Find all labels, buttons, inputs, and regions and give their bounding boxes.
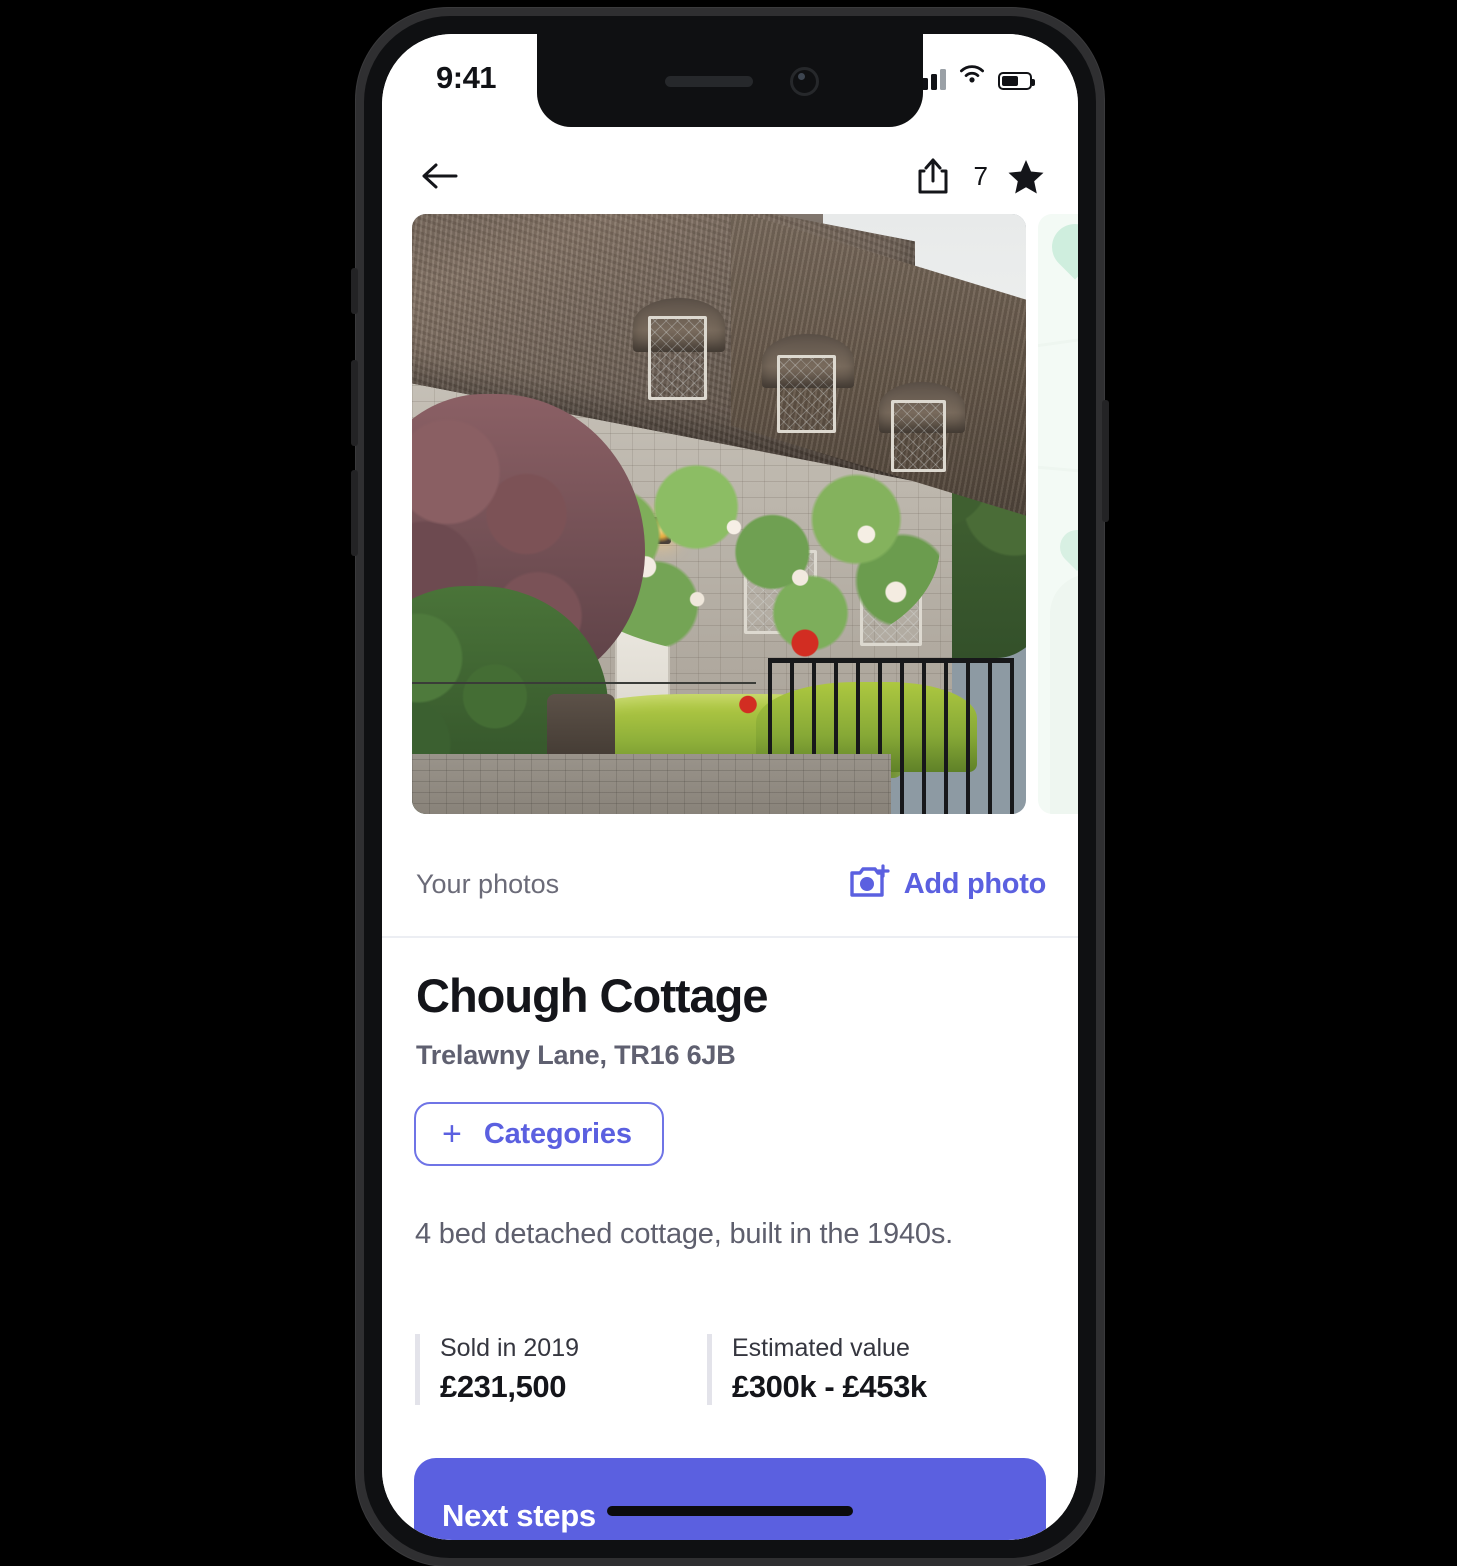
property-address: Trelawny Lane, TR16 6JB bbox=[416, 1040, 736, 1070]
categories-label: Categories bbox=[483, 1117, 632, 1150]
camera-plus-icon bbox=[848, 863, 890, 906]
add-photo-button[interactable]: Add photo bbox=[848, 863, 1046, 906]
section-divider bbox=[382, 936, 1078, 938]
back-arrow-icon[interactable] bbox=[416, 152, 464, 200]
nav-bar: 7 bbox=[382, 138, 1078, 214]
map-card[interactable] bbox=[1038, 214, 1078, 814]
next-steps-card[interactable]: Next steps bbox=[414, 1458, 1046, 1540]
power-button[interactable] bbox=[1102, 400, 1109, 522]
stat-value: £231,500 bbox=[440, 1369, 567, 1404]
earpiece-speaker-icon bbox=[665, 76, 753, 87]
star-icon[interactable] bbox=[1006, 156, 1046, 196]
photo-carousel[interactable] bbox=[382, 214, 1078, 814]
thatched-cottage-photo[interactable] bbox=[412, 214, 1026, 814]
map-pin-icon bbox=[1042, 214, 1078, 280]
status-icons bbox=[913, 63, 1035, 90]
home-indicator[interactable] bbox=[607, 1506, 853, 1516]
add-photo-label: Add photo bbox=[903, 867, 1047, 900]
next-steps-label: Next steps bbox=[442, 1498, 596, 1533]
app-content: 9:41 7 Your photos Add photo Chough Cott… bbox=[382, 34, 1078, 1540]
phone-screen: 9:41 7 Your photos Add photo Chough Cott… bbox=[382, 34, 1078, 1540]
property-description: 4 bed detached cottage, built in the 194… bbox=[415, 1218, 953, 1250]
share-icon[interactable] bbox=[910, 153, 956, 199]
stat-value: £300k - £453k bbox=[732, 1369, 927, 1404]
map-pin-secondary-icon bbox=[1052, 522, 1078, 572]
plus-icon: + bbox=[442, 1115, 462, 1153]
front-camera-icon bbox=[790, 67, 819, 96]
volume-up-button[interactable] bbox=[351, 360, 358, 446]
page-title: Chough Cottage bbox=[416, 969, 768, 1022]
battery-icon bbox=[998, 72, 1035, 90]
status-time: 9:41 bbox=[436, 60, 497, 95]
stat-label: Sold in 2019 bbox=[440, 1334, 580, 1362]
stat-label: Estimated value bbox=[732, 1334, 910, 1362]
silence-switch[interactable] bbox=[351, 268, 358, 314]
wifi-icon bbox=[958, 63, 986, 90]
favourite-count: 7 bbox=[973, 160, 988, 191]
screenshot-stage: 9:41 7 Your photos Add photo Chough Cott… bbox=[0, 0, 1457, 1566]
your-photos-row: Your photos Add photo bbox=[382, 834, 1078, 934]
stat-estimated-value: Estimated value £300k - £453k bbox=[707, 1334, 927, 1405]
add-categories-button[interactable]: + Categories bbox=[414, 1102, 664, 1166]
notch bbox=[537, 34, 923, 127]
stat-sold: Sold in 2019 £231,500 bbox=[415, 1334, 707, 1405]
property-stats: Sold in 2019 £231,500 Estimated value £3… bbox=[415, 1334, 1045, 1405]
nav-actions: 7 bbox=[910, 153, 1046, 199]
volume-down-button[interactable] bbox=[351, 470, 358, 556]
your-photos-label: Your photos bbox=[416, 868, 560, 899]
